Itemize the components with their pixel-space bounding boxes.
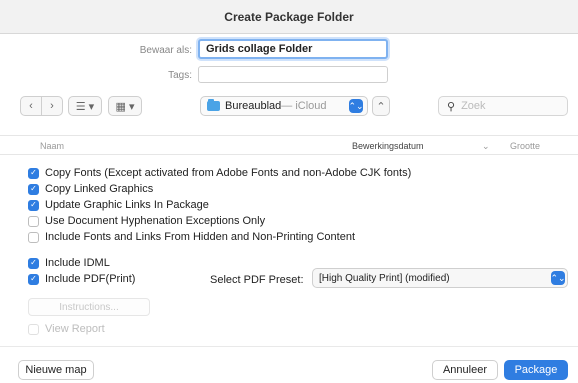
save-as-label: Bewaar als:	[139, 45, 192, 56]
tags-label: Tags:	[168, 70, 192, 81]
footer-divider	[0, 346, 578, 347]
grid-view-icon: ▦ ▾	[115, 100, 135, 113]
save-as-value: Grids collage Folder	[206, 43, 313, 55]
column-size[interactable]: Grootte	[510, 141, 540, 151]
back-icon: ‹	[29, 100, 33, 112]
checkbox[interactable]: ✓	[28, 167, 39, 179]
location-sub: — iCloud	[281, 100, 327, 112]
option-label: Copy Linked Graphics	[45, 183, 154, 195]
cancel-button[interactable]: Annuleer	[432, 360, 498, 380]
expand-button[interactable]: ⌃	[372, 96, 390, 116]
column-name[interactable]: Naam	[40, 141, 64, 151]
expand-icon: ⌃	[376, 100, 386, 113]
instructions-button[interactable]: Instructions...	[28, 298, 150, 316]
checkbox[interactable]	[28, 231, 39, 243]
search-icon: ⚲	[447, 100, 456, 113]
search-field[interactable]: ⚲ Zoek	[438, 96, 568, 116]
new-folder-button[interactable]: Nieuwe map	[18, 360, 94, 380]
save-as-input[interactable]: Grids collage Folder	[198, 39, 388, 59]
folder-icon	[207, 99, 220, 111]
option-copy-linked-graphics[interactable]: ✓ Copy Linked Graphics	[28, 182, 153, 196]
checkbox[interactable]: ✓	[28, 257, 39, 269]
package-button[interactable]: Package	[504, 360, 568, 380]
new-folder-label: Nieuwe map	[25, 364, 87, 376]
option-include-idml[interactable]: ✓ Include IDML	[28, 256, 110, 270]
option-label: Include PDF(Print)	[45, 273, 136, 285]
search-placeholder: Zoek	[461, 100, 486, 112]
cancel-label: Annuleer	[442, 364, 488, 376]
option-hidden-content[interactable]: Include Fonts and Links From Hidden and …	[28, 230, 355, 244]
package-label: Package	[514, 364, 558, 376]
checkbox[interactable]: ✓	[28, 199, 39, 211]
location-popup[interactable]: Bureaublad — iCloud ⌃⌄	[200, 96, 368, 116]
forward-icon: ›	[50, 100, 54, 112]
pdf-preset-label: Select PDF Preset:	[210, 274, 304, 286]
option-hyphenation-exceptions[interactable]: Use Document Hyphenation Exceptions Only	[28, 214, 265, 228]
checkbox[interactable]	[28, 215, 39, 227]
option-label: Copy Fonts (Except activated from Adobe …	[45, 167, 412, 179]
column-date[interactable]: Bewerkingsdatum	[352, 141, 424, 151]
checkbox[interactable]: ✓	[28, 183, 39, 195]
option-label: Use Document Hyphenation Exceptions Only	[45, 215, 266, 227]
grid-view-button[interactable]: ▦ ▾	[108, 96, 142, 116]
option-label: View Report	[45, 323, 105, 335]
location-chevron-icon: ⌃⌄	[348, 99, 364, 113]
option-view-report[interactable]: View Report	[28, 322, 105, 336]
column-header: Naam Bewerkingsdatum ⌄ Grootte	[0, 135, 578, 155]
option-update-graphic-links[interactable]: ✓ Update Graphic Links In Package	[28, 198, 209, 212]
option-copy-fonts[interactable]: ✓ Copy Fonts (Except activated from Adob…	[28, 166, 411, 180]
location-name: Bureaublad	[225, 100, 282, 112]
pdf-preset-select[interactable]: [High Quality Print] (modified) ⌃⌄	[312, 268, 568, 288]
tags-input[interactable]	[198, 66, 388, 83]
navigation-toolbar: ‹ › ☰ ▾ ▦ ▾ Bureaublad — iCloud ⌃⌄ ⌃ ⚲ Z…	[0, 96, 578, 118]
instructions-label: Instructions...	[59, 301, 119, 313]
window-title: Create Package Folder	[224, 9, 354, 24]
list-view-button[interactable]: ☰ ▾	[68, 96, 102, 116]
preset-chevron-icon: ⌃⌄	[550, 271, 566, 285]
option-label: Include Fonts and Links From Hidden and …	[45, 231, 356, 243]
checkbox[interactable]	[28, 323, 39, 335]
checkbox[interactable]: ✓	[28, 273, 39, 285]
forward-button[interactable]: ›	[41, 96, 63, 116]
title-bar: Create Package Folder	[0, 0, 578, 34]
option-label: Update Graphic Links In Package	[45, 199, 209, 211]
list-view-icon: ☰ ▾	[75, 100, 95, 113]
option-include-pdf[interactable]: ✓ Include PDF(Print)	[28, 272, 135, 286]
back-button[interactable]: ‹	[20, 96, 42, 116]
sort-chevron-icon: ⌄	[482, 141, 490, 151]
pdf-preset-value: [High Quality Print] (modified)	[319, 272, 450, 284]
option-label: Include IDML	[45, 257, 110, 269]
